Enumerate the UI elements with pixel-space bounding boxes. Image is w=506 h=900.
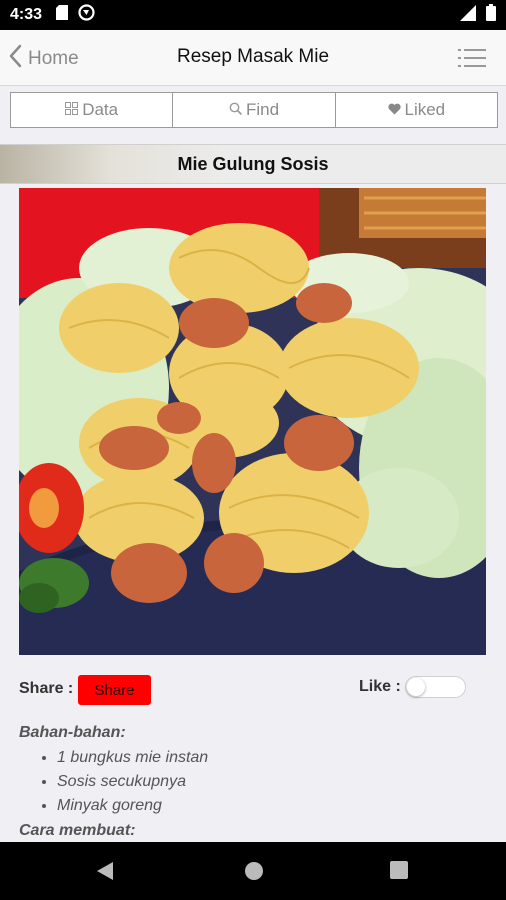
list-item: Sosis secukupnya	[57, 770, 486, 794]
like-toggle[interactable]	[405, 676, 466, 698]
tab-find[interactable]: Find	[173, 93, 336, 127]
heart-icon	[387, 100, 401, 120]
sync-icon	[78, 4, 95, 26]
grid-icon	[65, 100, 79, 120]
list-menu-icon	[458, 49, 486, 72]
method-title: Cara membuat:	[19, 822, 136, 839]
menu-button[interactable]	[458, 48, 486, 68]
tab-data[interactable]: Data	[11, 93, 174, 127]
chevron-left-icon	[8, 44, 22, 73]
signal-icon	[460, 4, 476, 26]
like-label: Like :	[359, 678, 401, 695]
share-label: Share :	[19, 680, 74, 697]
recents-square-icon[interactable]	[390, 861, 408, 884]
search-icon	[229, 100, 243, 120]
share-button[interactable]: Share	[78, 675, 151, 705]
home-circle-icon[interactable]	[244, 861, 264, 886]
ingredients-list: 1 bungkus mie instan Sosis secukupnya Mi…	[19, 746, 486, 818]
battery-icon	[486, 4, 496, 26]
status-bar: 4:33	[0, 0, 506, 30]
recipe-content[interactable]: Mie Gulung Sosis Share: Share Like: Ba…	[0, 136, 506, 842]
ingredients-section: Bahan-bahan: 1 bungkus mie instan Sosis …	[19, 724, 486, 840]
back-triangle-icon[interactable]	[96, 861, 114, 886]
list-item: 1 bungkus mie instan	[57, 746, 486, 770]
tab-find-label: Find	[245, 100, 280, 119]
status-time: 4:33	[10, 6, 43, 23]
back-button[interactable]: Home	[8, 44, 79, 73]
navigation-bar: Resep Masak Mie Home	[0, 30, 506, 86]
tab-bar: Data Find Liked	[10, 92, 498, 128]
list-item: Minyak goreng	[57, 794, 486, 818]
ingredients-title: Bahan-bahan:	[19, 724, 126, 741]
system-navigation-bar	[0, 842, 506, 900]
tab-data-label: Data	[82, 100, 119, 119]
recipe-title: Mie Gulung Sosis	[0, 144, 506, 184]
share-like-row: Share : Share Like :	[19, 675, 486, 705]
sd-card-icon	[56, 5, 69, 25]
tab-liked[interactable]: Liked	[336, 93, 497, 127]
like-toggle-knob	[407, 678, 425, 696]
tab-liked-label: Liked	[404, 100, 446, 119]
recipe-photo	[19, 188, 486, 655]
back-label: Home	[28, 47, 79, 69]
